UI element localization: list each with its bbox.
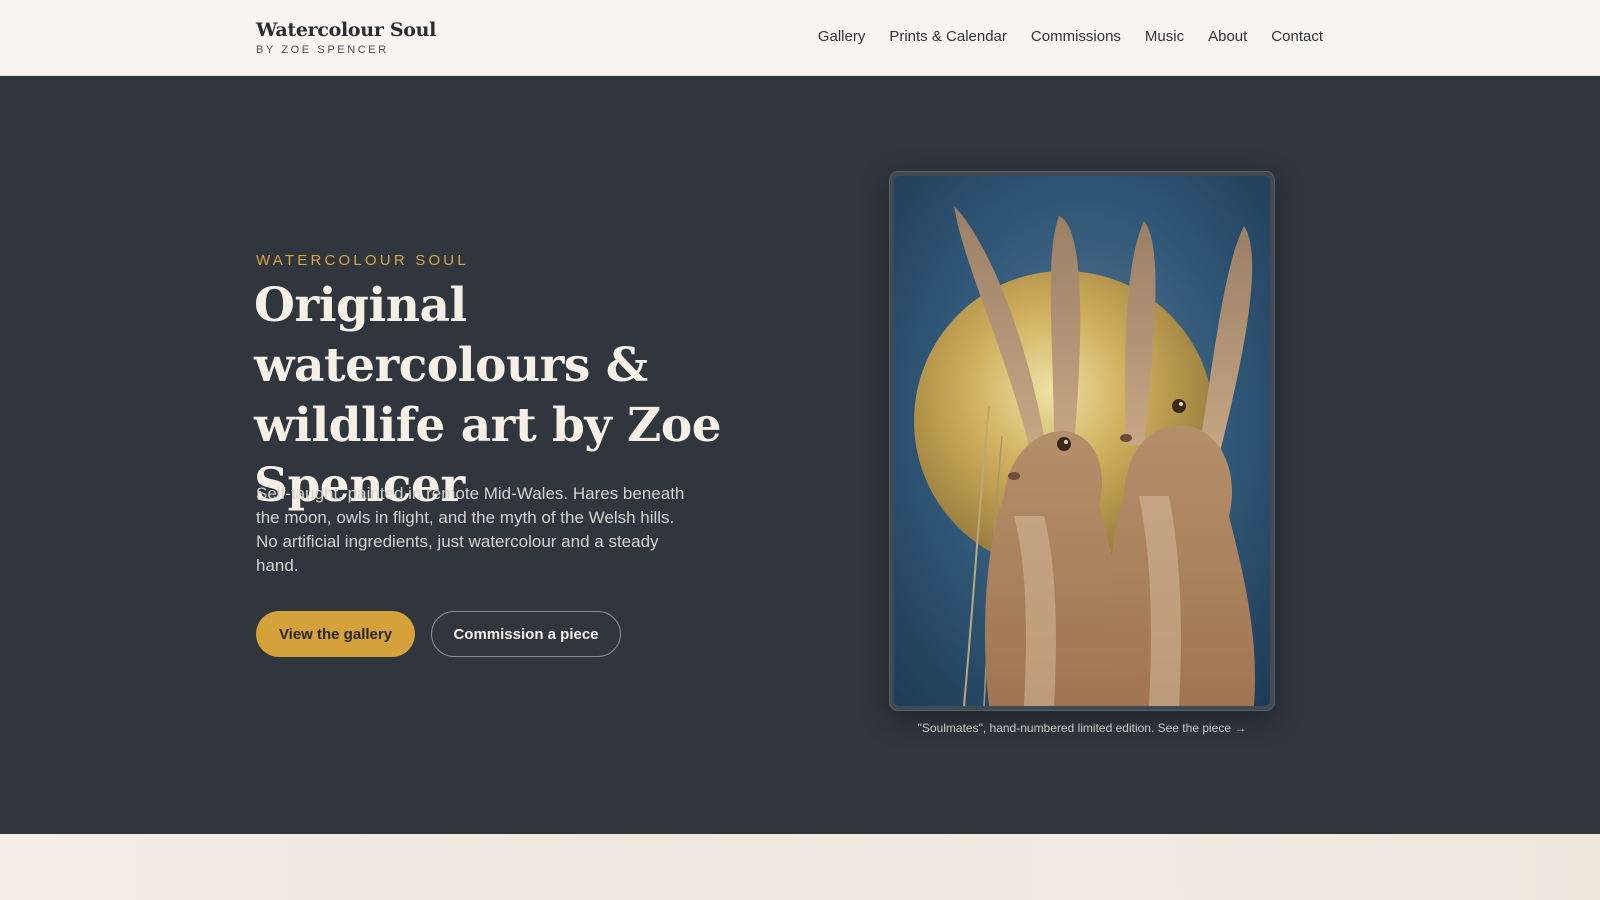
nav-commissions[interactable]: Commissions — [1031, 27, 1121, 47]
nav-about[interactable]: About — [1208, 27, 1247, 47]
hero-headline: Original watercolours & wildlife art by … — [254, 278, 722, 513]
caption-text: "Soulmates", hand-numbered limited editi… — [917, 721, 1158, 735]
brand-subtitle: BY ZOE SPENCER — [256, 44, 389, 56]
commission-button[interactable]: Commission a piece — [431, 611, 621, 657]
hero-section: WATERCOLOUR SOUL Original watercolours &… — [0, 76, 1600, 834]
site-header: Watercolour Soul BY ZOE SPENCER Gallery … — [0, 0, 1600, 76]
view-gallery-button[interactable]: View the gallery — [256, 611, 415, 657]
brand-title: Watercolour Soul — [256, 19, 437, 41]
nav-prints-calendar[interactable]: Prints & Calendar — [889, 27, 1007, 47]
hero-eyebrow: WATERCOLOUR SOUL — [256, 252, 469, 269]
main-nav: Gallery Prints & Calendar Commissions Mu… — [794, 27, 1323, 47]
nav-contact[interactable]: Contact — [1271, 27, 1323, 47]
next-section-strip — [0, 834, 1600, 900]
brand-logo-link[interactable]: Watercolour Soul BY ZOE SPENCER — [256, 18, 436, 56]
featured-artwork[interactable] — [890, 172, 1274, 710]
nav-gallery[interactable]: Gallery — [818, 27, 866, 47]
artwork-caption: "Soulmates", hand-numbered limited editi… — [890, 721, 1274, 735]
hares-moon-painting — [894, 176, 1270, 706]
hero-description: Self-taught, painted in remote Mid-Wales… — [256, 484, 685, 575]
nav-music[interactable]: Music — [1145, 27, 1184, 47]
see-piece-link[interactable]: See the piece → — [1158, 721, 1247, 735]
